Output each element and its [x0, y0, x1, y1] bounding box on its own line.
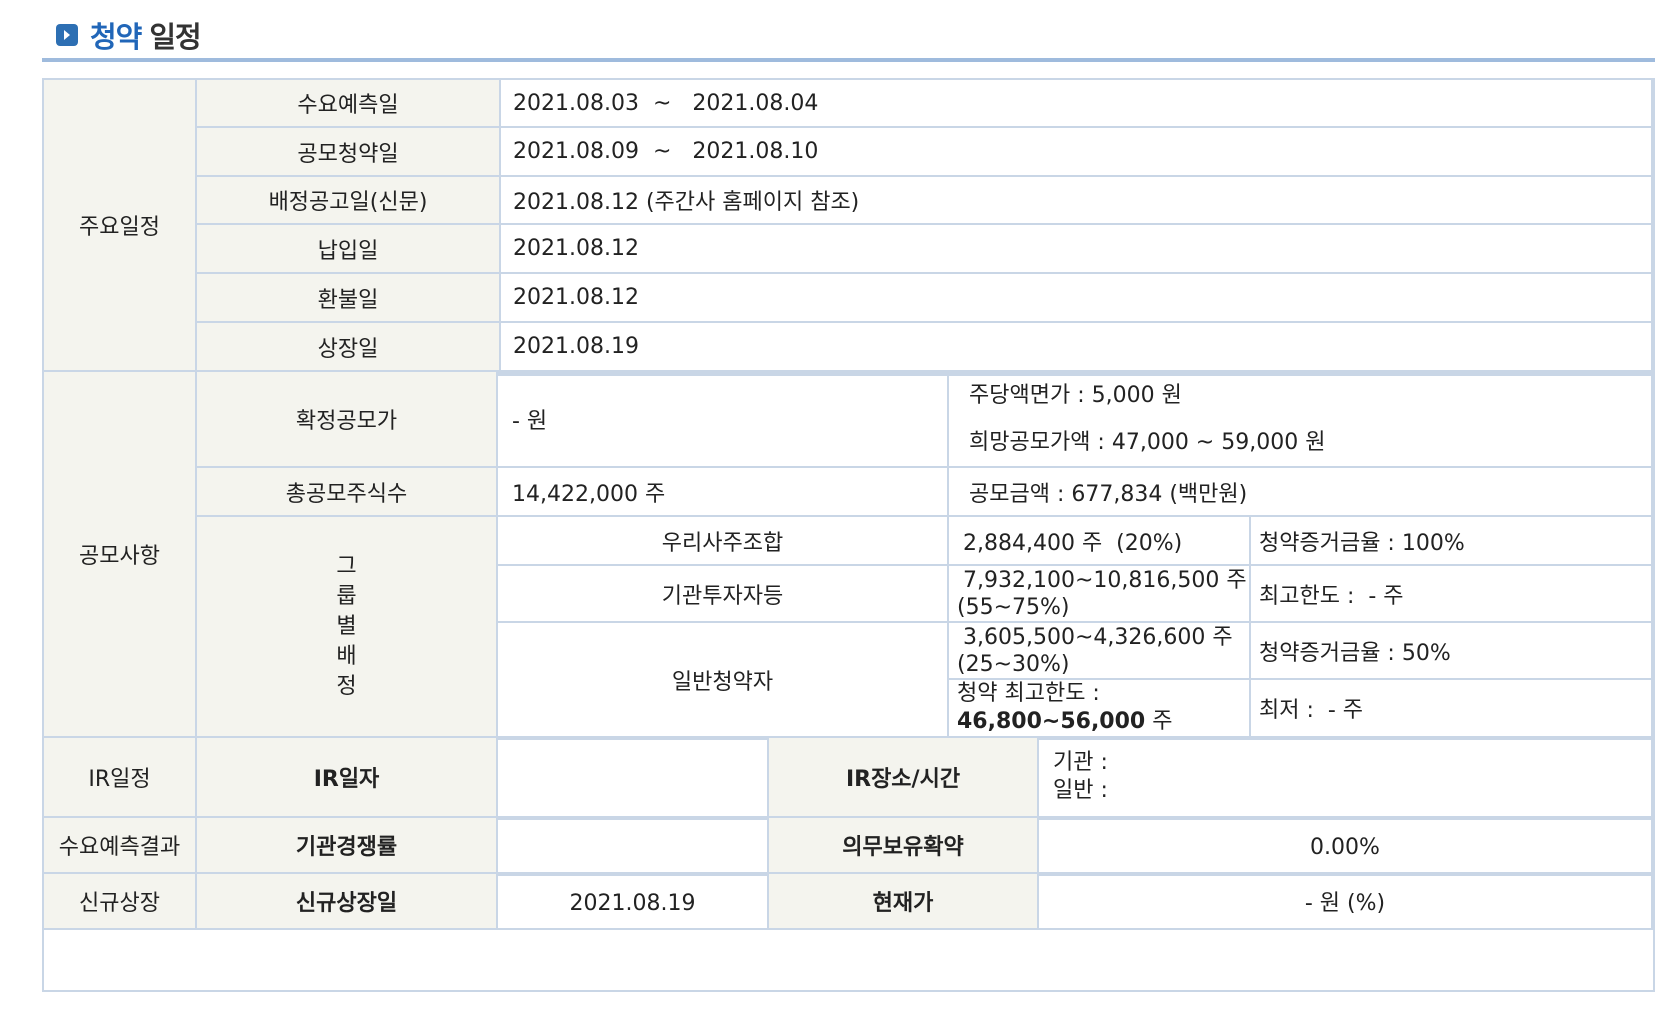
page-title: 청약 일정 — [90, 20, 202, 54]
new-listing-date-label: 신규상장일 — [197, 874, 498, 930]
confirmed-price-value: - 원 — [498, 372, 949, 468]
retail-subscription-limit: 청약 최고한도 : 46,800~56,000 주 — [949, 680, 1251, 738]
new-listing-date-value: 2021.08.19 — [498, 874, 769, 930]
subscription-date-label: 공모청약일 — [197, 128, 501, 177]
retail-investor-name: 일반청약자 — [498, 623, 949, 738]
demand-result-label: 수요예측결과 — [44, 818, 197, 874]
ir-general: 일반 : — [1053, 778, 1108, 803]
subscription-date-value: 2021.08.09 ~ 2021.08.10 — [501, 128, 1653, 177]
ir-date-label: IR일자 — [197, 738, 498, 818]
current-price-value: - 원 (%) — [1039, 874, 1653, 930]
desired-price-range: 희망공모가액 : 47,000 ~ 59,000 원 — [969, 430, 1326, 455]
institution-max-limit: 최고한도 : - 주 — [1251, 566, 1653, 623]
listing-date-label: 상장일 — [197, 323, 501, 372]
competition-rate-label: 기관경쟁률 — [197, 818, 498, 874]
allocation-notice-date-value: 2021.08.12 (주간사 홈페이지 참조) — [501, 177, 1653, 225]
total-shares-label: 총공모주식수 — [197, 468, 498, 517]
section-header: 청약 일정 — [56, 12, 202, 58]
new-listing-label: 신규상장 — [44, 874, 197, 930]
lockup-commitment-value: 0.00% — [1039, 818, 1653, 874]
schedule-group-label: 주요일정 — [44, 80, 197, 372]
offering-amount: 공모금액 : 677,834 (백만원) — [949, 468, 1653, 517]
refund-date-value: 2021.08.12 — [501, 274, 1653, 323]
ir-schedule-label: IR일정 — [44, 738, 197, 818]
institution-shares: 7,932,100~10,816,500 주 (55~75%) — [949, 566, 1251, 623]
retail-investor-shares: 3,605,500~4,326,600 주 (25~30%) — [949, 623, 1251, 680]
demand-forecast-date-label: 수요예측일 — [197, 80, 501, 128]
offering-group-label: 공모사항 — [44, 372, 197, 738]
price-info-cell: 주당액면가 : 5,000 원 희망공모가액 : 47,000 ~ 59,000… — [949, 372, 1653, 468]
ir-date-value — [498, 738, 769, 818]
total-shares-value: 14,422,000 주 — [498, 468, 949, 517]
refund-date-label: 환불일 — [197, 274, 501, 323]
current-price-label: 현재가 — [769, 874, 1039, 930]
subscription-schedule-table: 주요일정 수요예측일 2021.08.03 ~ 2021.08.04 공모청약일… — [42, 78, 1655, 992]
ir-place-time-label: IR장소/시간 — [769, 738, 1039, 818]
retail-minimum: 최저 : - 주 — [1251, 680, 1653, 738]
payment-date-label: 납입일 — [197, 225, 501, 274]
group-allocation-label: 그 룹 별 배 정 — [197, 517, 498, 738]
employee-union-margin-rate: 청약증거금율 : 100% — [1251, 517, 1653, 566]
allocation-notice-date-label: 배정공고일(신문) — [197, 177, 501, 225]
par-value: 주당액면가 : 5,000 원 — [969, 383, 1182, 408]
lockup-commitment-label: 의무보유확약 — [769, 818, 1039, 874]
competition-rate-value — [498, 818, 769, 874]
employee-union-name: 우리사주조합 — [498, 517, 949, 566]
listing-date-value: 2021.08.19 — [501, 323, 1653, 372]
ir-institution: 기관 : — [1053, 750, 1108, 775]
confirmed-price-label: 확정공모가 — [197, 372, 498, 468]
payment-date-value: 2021.08.12 — [501, 225, 1653, 274]
arrow-bullet-icon — [56, 24, 78, 46]
header-divider — [42, 58, 1655, 62]
ir-place-time-value: 기관 : 일반 : — [1039, 738, 1653, 818]
retail-investor-margin-rate: 청약증거금율 : 50% — [1251, 623, 1653, 680]
demand-forecast-date-value: 2021.08.03 ~ 2021.08.04 — [501, 80, 1653, 128]
employee-union-shares: 2,884,400 주 (20%) — [949, 517, 1251, 566]
institution-name: 기관투자자등 — [498, 566, 949, 623]
